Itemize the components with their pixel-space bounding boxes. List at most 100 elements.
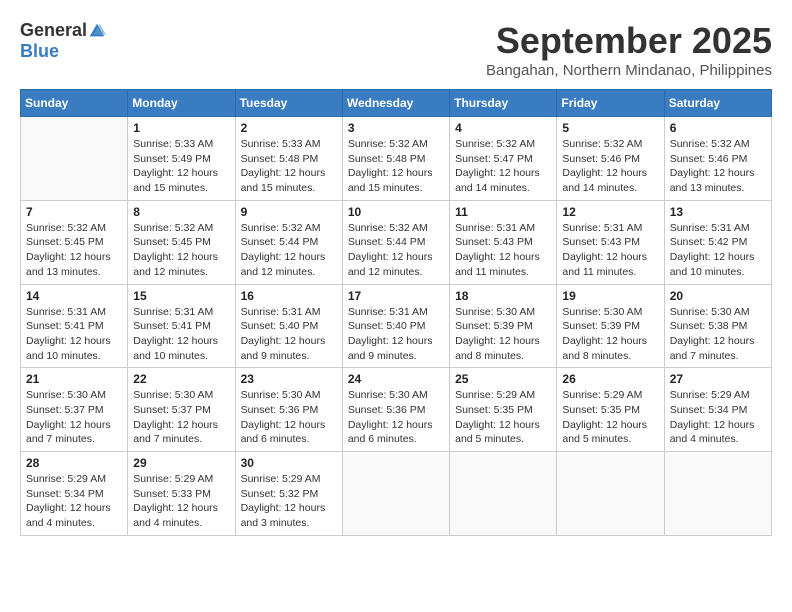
calendar-cell: 30 Sunrise: 5:29 AM Sunset: 5:32 PM Dayli… — [235, 452, 342, 536]
calendar-header: SundayMondayTuesdayWednesdayThursdayFrid… — [21, 90, 772, 117]
day-info: Sunrise: 5:30 AM Sunset: 5:37 PM Dayligh… — [133, 388, 229, 447]
day-number: 10 — [348, 205, 444, 219]
day-info: Sunrise: 5:29 AM Sunset: 5:32 PM Dayligh… — [241, 472, 337, 531]
calendar-cell: 5 Sunrise: 5:32 AM Sunset: 5:46 PM Daylig… — [557, 117, 664, 201]
day-info: Sunrise: 5:31 AM Sunset: 5:43 PM Dayligh… — [455, 221, 551, 280]
day-info: Sunrise: 5:29 AM Sunset: 5:34 PM Dayligh… — [670, 388, 766, 447]
day-number: 21 — [26, 372, 122, 386]
day-info: Sunrise: 5:32 AM Sunset: 5:46 PM Dayligh… — [562, 137, 658, 196]
day-number: 13 — [670, 205, 766, 219]
day-number: 24 — [348, 372, 444, 386]
calendar-cell: 3 Sunrise: 5:32 AM Sunset: 5:48 PM Daylig… — [342, 117, 449, 201]
header-tuesday: Tuesday — [235, 90, 342, 117]
calendar-week-1: 1 Sunrise: 5:33 AM Sunset: 5:49 PM Daylig… — [21, 117, 772, 201]
header-friday: Friday — [557, 90, 664, 117]
calendar-week-5: 28 Sunrise: 5:29 AM Sunset: 5:34 PM Dayli… — [21, 452, 772, 536]
header-saturday: Saturday — [664, 90, 771, 117]
day-info: Sunrise: 5:31 AM Sunset: 5:41 PM Dayligh… — [133, 305, 229, 364]
calendar-cell: 25Sunrise: 5:29 AM Sunset: 5:35 PM Dayli… — [450, 368, 557, 452]
calendar-cell — [664, 452, 771, 536]
day-number: 17 — [348, 289, 444, 303]
day-info: Sunrise: 5:31 AM Sunset: 5:40 PM Dayligh… — [348, 305, 444, 364]
calendar-cell: 10 Sunrise: 5:32 AM Sunset: 5:44 PM Dayli… — [342, 200, 449, 284]
calendar-cell: 15 Sunrise: 5:31 AM Sunset: 5:41 PM Dayli… — [128, 284, 235, 368]
day-info: Sunrise: 5:30 AM Sunset: 5:36 PM Dayligh… — [348, 388, 444, 447]
day-info: Sunrise: 5:30 AM Sunset: 5:36 PM Dayligh… — [241, 388, 337, 447]
calendar-cell: 22Sunrise: 5:30 AM Sunset: 5:37 PM Dayli… — [128, 368, 235, 452]
logo-blue: Blue — [20, 41, 59, 62]
calendar-cell: 26 Sunrise: 5:29 AM Sunset: 5:35 PM Dayli… — [557, 368, 664, 452]
day-number: 19 — [562, 289, 658, 303]
calendar-cell: 27 Sunrise: 5:29 AM Sunset: 5:34 PM Dayli… — [664, 368, 771, 452]
calendar-cell: 2 Sunrise: 5:33 AM Sunset: 5:48 PM Daylig… — [235, 117, 342, 201]
calendar-cell: 8Sunrise: 5:32 AM Sunset: 5:45 PM Daylig… — [128, 200, 235, 284]
day-info: Sunrise: 5:30 AM Sunset: 5:38 PM Dayligh… — [670, 305, 766, 364]
calendar-cell: 13 Sunrise: 5:31 AM Sunset: 5:42 PM Dayli… — [664, 200, 771, 284]
day-info: Sunrise: 5:30 AM Sunset: 5:39 PM Dayligh… — [562, 305, 658, 364]
day-number: 30 — [241, 456, 337, 470]
calendar-cell: 9Sunrise: 5:32 AM Sunset: 5:44 PM Daylig… — [235, 200, 342, 284]
calendar-cell — [21, 117, 128, 201]
day-number: 6 — [670, 121, 766, 135]
page-header: General Blue September 2025 Bangahan, No… — [20, 20, 772, 79]
day-number: 2 — [241, 121, 337, 135]
calendar-cell: 17 Sunrise: 5:31 AM Sunset: 5:40 PM Dayli… — [342, 284, 449, 368]
calendar-cell: 23 Sunrise: 5:30 AM Sunset: 5:36 PM Dayli… — [235, 368, 342, 452]
day-info: Sunrise: 5:29 AM Sunset: 5:35 PM Dayligh… — [455, 388, 551, 447]
day-info: Sunrise: 5:32 AM Sunset: 5:48 PM Dayligh… — [348, 137, 444, 196]
logo: General Blue — [20, 20, 107, 62]
day-info: Sunrise: 5:32 AM Sunset: 5:45 PM Dayligh… — [26, 221, 122, 280]
calendar-cell — [557, 452, 664, 536]
day-number: 16 — [241, 289, 337, 303]
calendar-week-2: 7Sunrise: 5:32 AM Sunset: 5:45 PM Daylig… — [21, 200, 772, 284]
calendar-cell: 29 Sunrise: 5:29 AM Sunset: 5:33 PM Dayli… — [128, 452, 235, 536]
day-number: 14 — [26, 289, 122, 303]
logo-general: General — [20, 20, 87, 41]
calendar-cell: 21 Sunrise: 5:30 AM Sunset: 5:37 PM Dayli… — [21, 368, 128, 452]
calendar-body: 1 Sunrise: 5:33 AM Sunset: 5:49 PM Daylig… — [21, 117, 772, 536]
header-wednesday: Wednesday — [342, 90, 449, 117]
day-number: 26 — [562, 372, 658, 386]
day-info: Sunrise: 5:32 AM Sunset: 5:46 PM Dayligh… — [670, 137, 766, 196]
day-info: Sunrise: 5:33 AM Sunset: 5:48 PM Dayligh… — [241, 137, 337, 196]
day-number: 18 — [455, 289, 551, 303]
header-sunday: Sunday — [21, 90, 128, 117]
calendar-week-3: 14 Sunrise: 5:31 AM Sunset: 5:41 PM Dayli… — [21, 284, 772, 368]
day-info: Sunrise: 5:31 AM Sunset: 5:43 PM Dayligh… — [562, 221, 658, 280]
calendar-cell: 6 Sunrise: 5:32 AM Sunset: 5:46 PM Daylig… — [664, 117, 771, 201]
calendar-cell: 24 Sunrise: 5:30 AM Sunset: 5:36 PM Dayli… — [342, 368, 449, 452]
logo-icon — [88, 22, 106, 40]
day-number: 15 — [133, 289, 229, 303]
day-number: 1 — [133, 121, 229, 135]
day-number: 23 — [241, 372, 337, 386]
day-number: 29 — [133, 456, 229, 470]
day-number: 11 — [455, 205, 551, 219]
calendar-cell: 7Sunrise: 5:32 AM Sunset: 5:45 PM Daylig… — [21, 200, 128, 284]
day-info: Sunrise: 5:29 AM Sunset: 5:34 PM Dayligh… — [26, 472, 122, 531]
day-info: Sunrise: 5:32 AM Sunset: 5:47 PM Dayligh… — [455, 137, 551, 196]
calendar-cell: 12Sunrise: 5:31 AM Sunset: 5:43 PM Dayli… — [557, 200, 664, 284]
calendar-week-4: 21 Sunrise: 5:30 AM Sunset: 5:37 PM Dayli… — [21, 368, 772, 452]
calendar-cell: 1 Sunrise: 5:33 AM Sunset: 5:49 PM Daylig… — [128, 117, 235, 201]
day-info: Sunrise: 5:31 AM Sunset: 5:42 PM Dayligh… — [670, 221, 766, 280]
day-info: Sunrise: 5:30 AM Sunset: 5:37 PM Dayligh… — [26, 388, 122, 447]
day-number: 27 — [670, 372, 766, 386]
calendar-cell — [450, 452, 557, 536]
day-info: Sunrise: 5:29 AM Sunset: 5:33 PM Dayligh… — [133, 472, 229, 531]
title-block: September 2025 Bangahan, Northern Mindan… — [486, 20, 772, 79]
day-number: 8 — [133, 205, 229, 219]
day-info: Sunrise: 5:29 AM Sunset: 5:35 PM Dayligh… — [562, 388, 658, 447]
calendar-cell: 4Sunrise: 5:32 AM Sunset: 5:47 PM Daylig… — [450, 117, 557, 201]
calendar-cell: 18 Sunrise: 5:30 AM Sunset: 5:39 PM Dayli… — [450, 284, 557, 368]
day-info: Sunrise: 5:33 AM Sunset: 5:49 PM Dayligh… — [133, 137, 229, 196]
calendar-cell: 19 Sunrise: 5:30 AM Sunset: 5:39 PM Dayli… — [557, 284, 664, 368]
day-info: Sunrise: 5:30 AM Sunset: 5:39 PM Dayligh… — [455, 305, 551, 364]
day-number: 3 — [348, 121, 444, 135]
calendar-cell: 16Sunrise: 5:31 AM Sunset: 5:40 PM Dayli… — [235, 284, 342, 368]
day-number: 28 — [26, 456, 122, 470]
header-thursday: Thursday — [450, 90, 557, 117]
day-info: Sunrise: 5:31 AM Sunset: 5:41 PM Dayligh… — [26, 305, 122, 364]
calendar-cell: 14 Sunrise: 5:31 AM Sunset: 5:41 PM Dayli… — [21, 284, 128, 368]
day-info: Sunrise: 5:32 AM Sunset: 5:44 PM Dayligh… — [348, 221, 444, 280]
day-number: 5 — [562, 121, 658, 135]
